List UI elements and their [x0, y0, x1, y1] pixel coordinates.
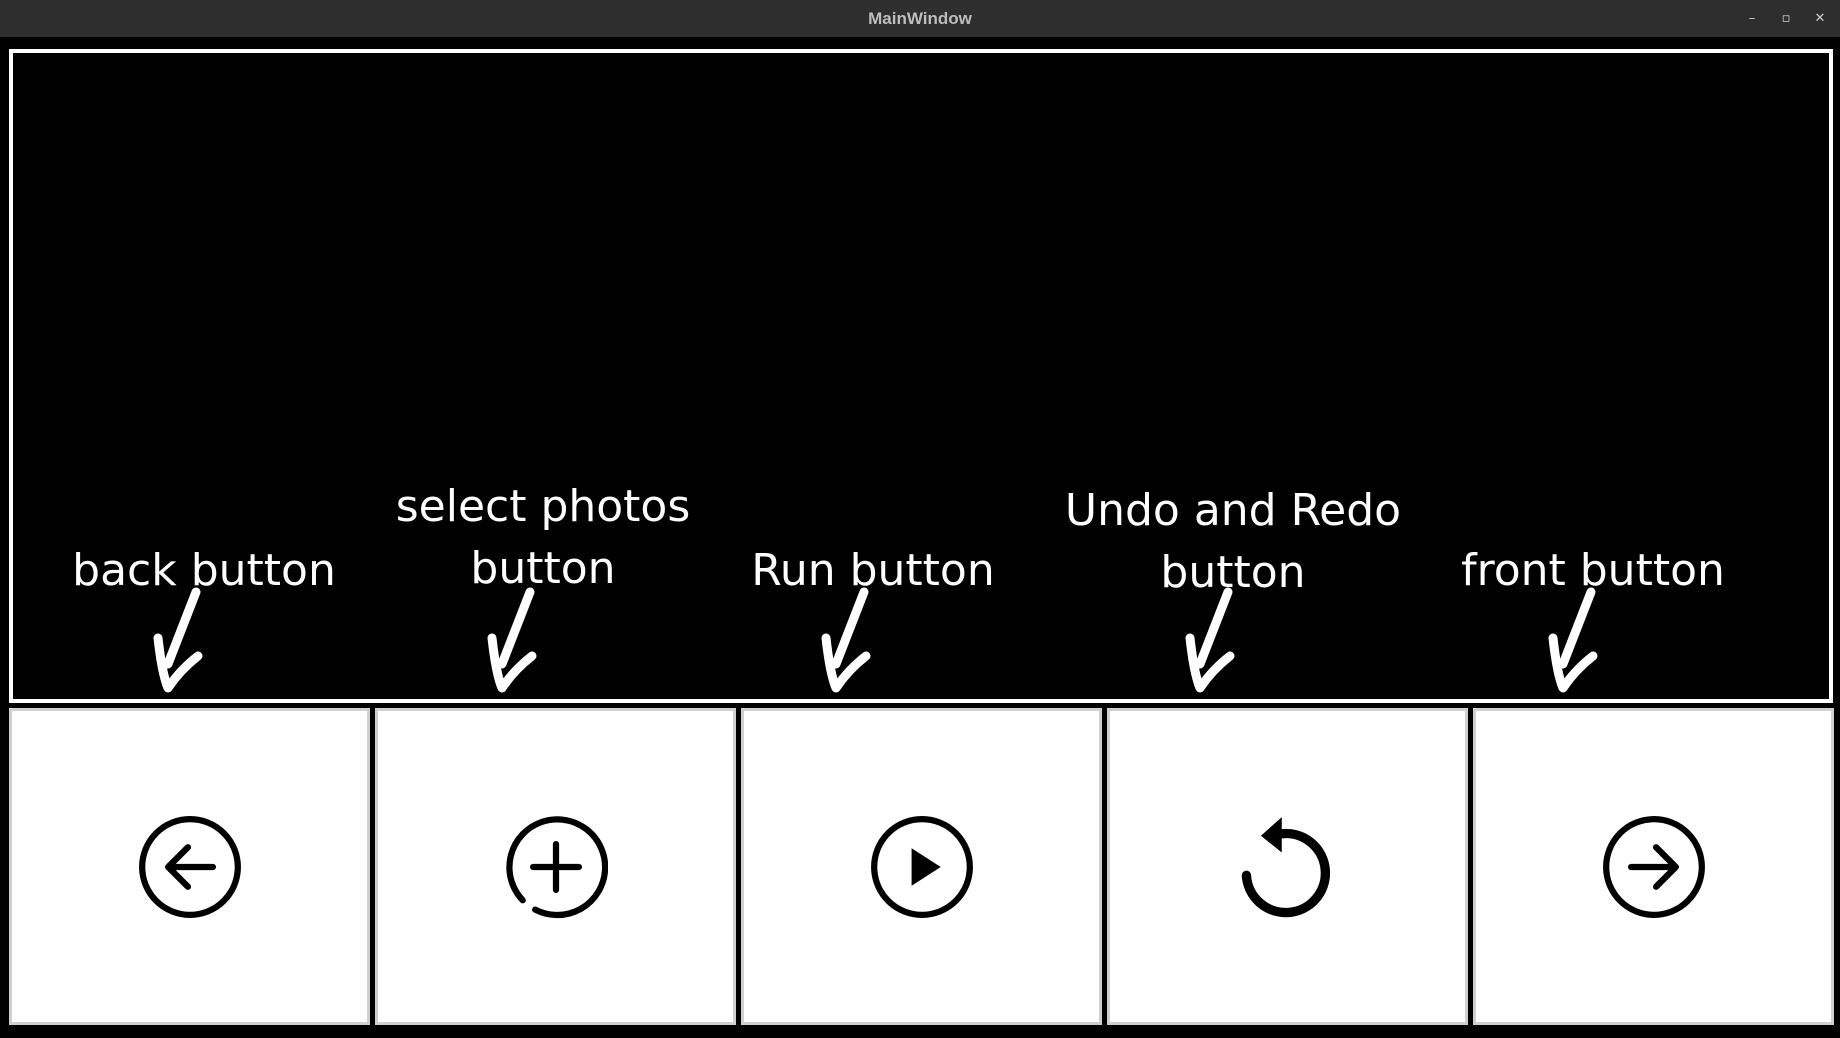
run-button[interactable] [741, 708, 1102, 1025]
annotation-select: select photos button [383, 476, 703, 600]
arrow-left-circle-icon [138, 815, 241, 918]
image-preview-area: back button select photos button Run but… [9, 49, 1833, 703]
plus-circle-icon [505, 815, 608, 918]
undo-redo-button[interactable] [1107, 708, 1468, 1025]
annotation-arrow-run-icon [821, 587, 871, 693]
window-controls: – ▫ ✕ [1742, 0, 1830, 37]
close-button[interactable]: ✕ [1810, 9, 1830, 29]
title-bar: MainWindow – ▫ ✕ [0, 0, 1840, 37]
main-window-content: back button select photos button Run but… [0, 37, 1840, 1038]
rotate-ccw-icon [1241, 816, 1330, 917]
toolbar [9, 708, 1834, 1025]
annotation-arrow-undo-icon [1185, 587, 1235, 693]
select-photos-button[interactable] [375, 708, 736, 1025]
annotation-arrow-back-icon [153, 587, 203, 693]
restore-button[interactable]: ▫ [1776, 9, 1796, 29]
annotation-arrow-select-icon [487, 587, 537, 693]
front-button[interactable] [1473, 708, 1834, 1025]
minimize-button[interactable]: – [1742, 9, 1762, 29]
window-title: MainWindow [868, 9, 972, 28]
arrow-right-circle-icon [1602, 815, 1705, 918]
back-button[interactable] [9, 708, 370, 1025]
annotation-undo-line-1: Undo and Redo [1064, 485, 1402, 536]
annotation-select-line-1: select photos [395, 481, 691, 532]
annotation-arrow-front-icon [1548, 587, 1598, 693]
annotation-select-line-2: button [470, 543, 616, 594]
play-circle-icon [870, 815, 973, 918]
